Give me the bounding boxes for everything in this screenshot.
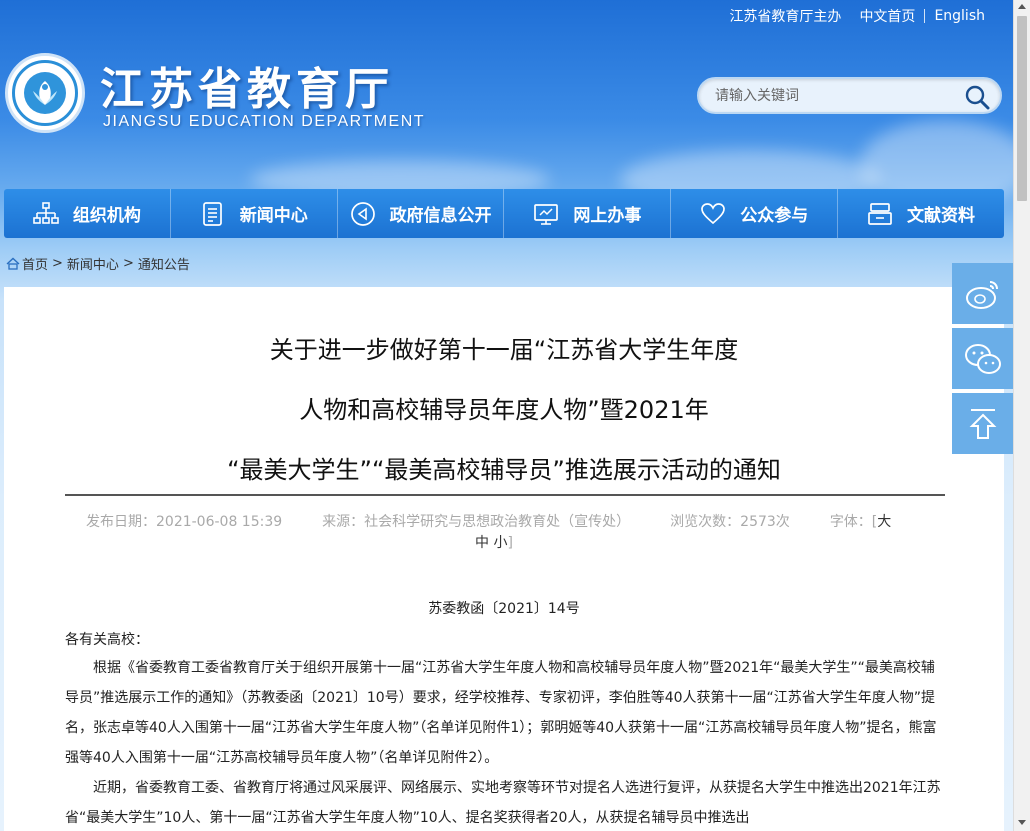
weibo-share-button[interactable] [952, 263, 1013, 324]
document-icon [202, 201, 222, 226]
nav-label: 组织机构 [72, 206, 141, 226]
breadcrumb-notice[interactable]: 通知公告 [138, 254, 190, 273]
main-nav: 组织机构 新闻中心 政府信息公开 网上办事 公众参与 文献资料 [4, 189, 1004, 238]
emblem-icon [24, 72, 66, 114]
article-meta: 发布日期：2021-06-08 15:39 来源：社会科学研究与思想政治教育处（宣… [86, 511, 891, 531]
nav-item-organization[interactable]: 组织机构 [4, 189, 171, 238]
scroll-down-arrow[interactable] [1018, 820, 1026, 825]
host-label: 江苏省教育厅主办 [729, 9, 842, 25]
breadcrumb-home[interactable]: 首页 [22, 254, 48, 273]
font-size-controls: 中 小] [475, 532, 513, 552]
font-large-button[interactable]: 大 [877, 514, 891, 530]
document-number: 苏委教函〔2021〕14号 [428, 601, 580, 617]
nav-label: 政府信息公开 [389, 206, 492, 226]
nav-label: 公众参与 [740, 206, 809, 226]
announcement-icon [350, 201, 375, 226]
top-bar: 江苏省教育厅主办 中文首页 English [720, 4, 994, 28]
font-size-label: 字体：[ [829, 514, 878, 530]
chinese-home-link[interactable]: 中文首页 [850, 6, 924, 26]
scroll-thumb[interactable] [1017, 16, 1027, 201]
article-title-line: 关于进一步做好第十一届“江苏省大学生年度 [269, 336, 739, 364]
wechat-share-button[interactable] [952, 328, 1013, 389]
wechat-icon [964, 343, 1001, 374]
publish-date: 发布日期：2021-06-08 15:39 [86, 514, 283, 530]
page: 江苏省教育厅主办 中文首页 English 江苏省教育厅 JIANGSU EDU… [0, 0, 1030, 831]
scroll-up-arrow[interactable] [1018, 4, 1026, 9]
view-count: 浏览次数：2573次 [670, 514, 790, 530]
search-icon[interactable] [964, 84, 990, 110]
scrollbar[interactable] [1013, 0, 1030, 831]
nav-item-online-service[interactable]: 网上办事 [504, 189, 672, 238]
nav-item-gov-info[interactable]: 政府信息公开 [338, 189, 505, 238]
breadcrumb: 首页 > 新闻中心 > 通知公告 [6, 254, 190, 273]
search-box [697, 77, 1002, 114]
breadcrumb-separator: > [122, 256, 134, 271]
english-link[interactable]: English [925, 8, 994, 24]
article-paragraph: 近期，省委教育工委、省教育厅将通过风采展评、网络展示、实地考察等环节对提名人选进… [65, 780, 941, 826]
emblem-logo[interactable] [5, 53, 85, 133]
search-input[interactable] [715, 86, 955, 106]
font-small-button[interactable]: 小 [493, 535, 507, 551]
home-icon [6, 257, 20, 270]
nav-label: 网上办事 [573, 206, 642, 226]
heart-icon [701, 202, 726, 224]
archive-icon [868, 202, 892, 225]
article-title-line: “最美大学生”“最美高校辅导员”推选展示活动的通知 [227, 456, 781, 484]
back-to-top-icon [969, 408, 996, 439]
site-title: 江苏省教育厅 [100, 64, 394, 115]
breadcrumb-separator: > [52, 256, 63, 271]
nav-item-news[interactable]: 新闻中心 [171, 189, 338, 238]
monitor-icon [534, 203, 559, 225]
weibo-icon [965, 280, 998, 309]
back-to-top-button[interactable] [952, 393, 1013, 454]
article-source: 来源：社会科学研究与思想政治教育处（宣传处） [322, 514, 631, 530]
salutation: 各有关高校： [65, 632, 149, 648]
org-chart-icon [33, 201, 59, 224]
font-medium-button[interactable]: 中 [475, 535, 489, 551]
site-subtitle: JIANGSU EDUCATION DEPARTMENT [103, 113, 426, 130]
nav-item-documents[interactable]: 文献资料 [838, 189, 1004, 238]
article-title-line: 人物和高校辅导员年度人物”暨2021年 [299, 396, 709, 424]
nav-label: 新闻中心 [239, 206, 308, 226]
article-paragraph: 根据《省委教育工委省教育厅关于组织开展第十一届“江苏省大学生年度人物和高校辅导员… [65, 660, 937, 766]
font-size-bracket: ] [507, 535, 513, 551]
emblem-ring [12, 60, 78, 126]
title-divider [65, 494, 945, 496]
breadcrumb-news[interactable]: 新闻中心 [67, 254, 119, 273]
nav-item-public-participation[interactable]: 公众参与 [671, 189, 839, 238]
article-panel: 关于进一步做好第十一届“江苏省大学生年度 人物和高校辅导员年度人物”暨2021年… [4, 287, 1004, 831]
nav-label: 文献资料 [907, 206, 976, 226]
